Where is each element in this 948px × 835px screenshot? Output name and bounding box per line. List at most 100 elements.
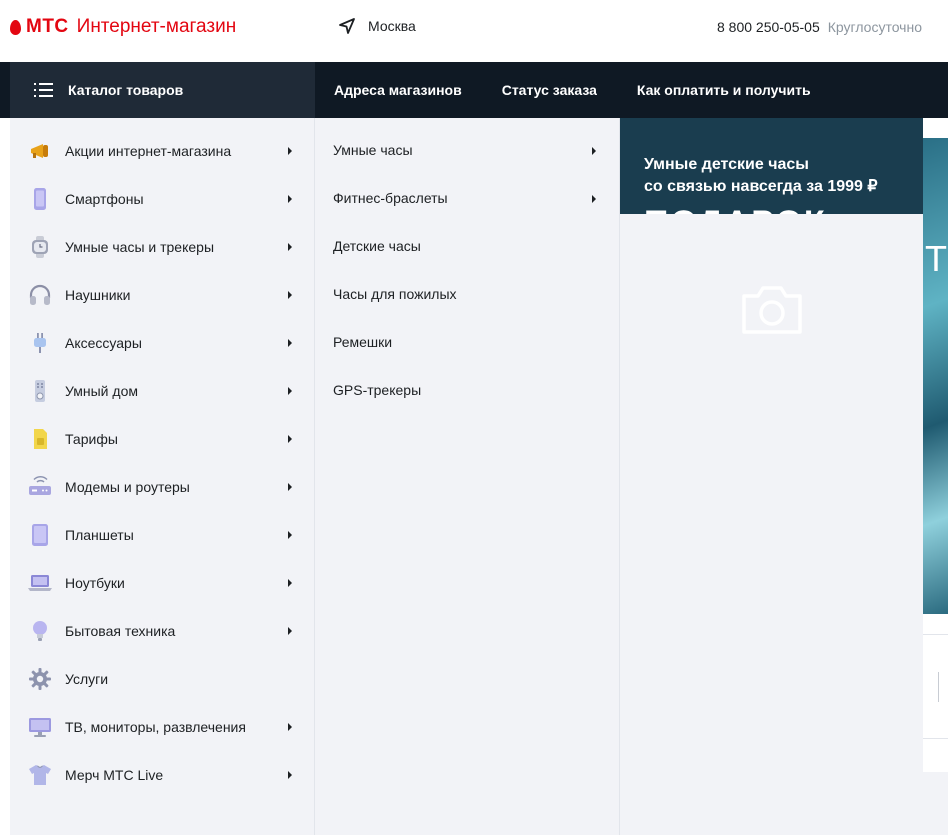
laptop-icon [28,571,52,595]
tshirt-icon [28,763,52,787]
city-name: Москва [368,18,416,34]
catalog-item-smartwatches[interactable]: Умные часы и трекеры [10,223,315,271]
submenu-item-elderly-watches[interactable]: Часы для пожилых [315,271,620,319]
submenu-item-label: GPS-трекеры [333,382,422,398]
catalog-item-headphones[interactable]: Наушники [10,271,315,319]
catalog-item-label: Наушники [65,287,131,303]
sim-card-icon [28,427,52,451]
catalog-item-accessories[interactable]: Аксессуары [10,319,315,367]
location-arrow-icon [339,18,355,34]
submenu-item-label: Часы для пожилых [333,286,457,302]
catalog-item-label: Аксессуары [65,335,142,351]
submenu-item-label: Ремешки [333,334,393,350]
catalog-item-label: Смартфоны [65,191,144,207]
catalog-item-smartphones[interactable]: Смартфоны [10,175,315,223]
catalog-item-label: Умные часы и трекеры [65,239,215,255]
catalog-item-modems-routers[interactable]: Модемы и роутеры [10,463,315,511]
chevron-right-icon [592,195,596,203]
chevron-right-icon [288,723,292,731]
catalog-item-label: Ноутбуки [65,575,125,591]
city-selector[interactable]: Москва [338,17,416,35]
catalog-item-label: Модемы и роутеры [65,479,190,495]
nav-link-store-addresses[interactable]: Адреса магазинов [334,82,462,98]
background-banner: Т [923,138,948,614]
site-header: МТС Интернет-магазин Москва 8 800 250-05… [0,0,948,62]
catalog-item-laptops[interactable]: Ноутбуки [10,559,315,607]
store-name: Интернет-магазин [76,16,237,37]
catalog-button[interactable]: Каталог товаров [10,62,315,118]
catalog-item-services[interactable]: Услуги [10,655,315,703]
background-separator [938,672,939,702]
logo[interactable]: МТС Интернет-магазин [10,16,236,38]
submenu-item-fitness-bands[interactable]: Фитнес-браслеты [315,175,620,223]
catalog-menu: Акции интернет-магазина Смартфоны Умные … [10,118,315,835]
headphones-icon [28,283,52,307]
gear-icon [28,667,52,691]
promo-text: Умные детские часы со связью навсегда за… [644,154,878,198]
catalog-item-promotions[interactable]: Акции интернет-магазина [10,127,315,175]
phone-hours: Круглосуточно [827,19,922,35]
chevron-right-icon [288,195,292,203]
promo-headline: ПОДАРОК [644,204,827,214]
nav-link-order-status[interactable]: Статус заказа [502,82,597,98]
chevron-right-icon [288,387,292,395]
promo-banner[interactable]: Умные детские часы со связью навсегда за… [620,118,923,214]
promo-line2: со связью навсегда за 1999 ₽ [644,178,878,195]
camera-icon [742,286,802,334]
background-section [923,772,948,835]
submenu-item-kids-watches[interactable]: Детские часы [315,223,620,271]
chevron-right-icon [288,243,292,251]
background-banner-text: Т [925,238,947,279]
catalog-item-merch[interactable]: Мерч МТС Live [10,751,315,799]
catalog-item-label: Бытовая техника [65,623,176,639]
monitor-icon [28,715,52,739]
mts-egg-icon [10,19,21,35]
chevron-right-icon [288,771,292,779]
chevron-right-icon [288,339,292,347]
menu-burger-icon [34,83,53,97]
submenu-item-label: Фитнес-браслеты [333,190,448,206]
router-icon [28,475,52,499]
catalog-item-smart-home[interactable]: Умный дом [10,367,315,415]
chevron-right-icon [288,291,292,299]
catalog-item-appliances[interactable]: Бытовая техника [10,607,315,655]
catalog-item-tablets[interactable]: Планшеты [10,511,315,559]
charger-icon [28,331,52,355]
contact-phone: 8 800 250-05-05 Круглосуточно [717,19,922,35]
phone-number[interactable]: 8 800 250-05-05 [717,19,820,35]
catalog-item-label: Акции интернет-магазина [65,143,232,159]
background-divider [923,634,948,635]
smart-home-icon [28,379,52,403]
background-divider [923,738,948,739]
tablet-icon [28,523,52,547]
chevron-right-icon [592,147,596,155]
promo-column: Умные детские часы со связью навсегда за… [620,118,923,835]
main-nav: Каталог товаров Адреса магазинов Статус … [0,62,948,118]
smartphone-icon [28,187,52,211]
chevron-right-icon [288,627,292,635]
catalog-item-label: Тарифы [65,431,118,447]
submenu-item-smartwatches[interactable]: Умные часы [315,127,620,175]
catalog-item-label: Умный дом [65,383,138,399]
catalog-item-label: Планшеты [65,527,134,543]
chevron-right-icon [288,147,292,155]
chevron-right-icon [288,483,292,491]
nav-link-payment-delivery[interactable]: Как оплатить и получить [637,82,811,98]
catalog-item-label: ТВ, мониторы, развлечения [65,719,246,735]
promo-line1: Умные детские часы [644,156,809,173]
catalog-item-label: Услуги [65,671,109,687]
nav-links: Адреса магазинов Статус заказа Как оплат… [334,62,811,118]
catalog-item-tv-monitors[interactable]: ТВ, мониторы, развлечения [10,703,315,751]
submenu-item-label: Умные часы [333,142,413,158]
chevron-right-icon [288,579,292,587]
lightbulb-icon [28,619,52,643]
megaphone-icon [28,139,52,163]
submenu-item-straps[interactable]: Ремешки [315,319,620,367]
submenu-item-gps-trackers[interactable]: GPS-трекеры [315,367,620,415]
image-placeholder [740,282,804,341]
chevron-right-icon [288,531,292,539]
chevron-right-icon [288,435,292,443]
catalog-item-label: Мерч МТС Live [65,767,164,783]
submenu-item-label: Детские часы [333,238,421,254]
catalog-item-tariffs[interactable]: Тарифы [10,415,315,463]
